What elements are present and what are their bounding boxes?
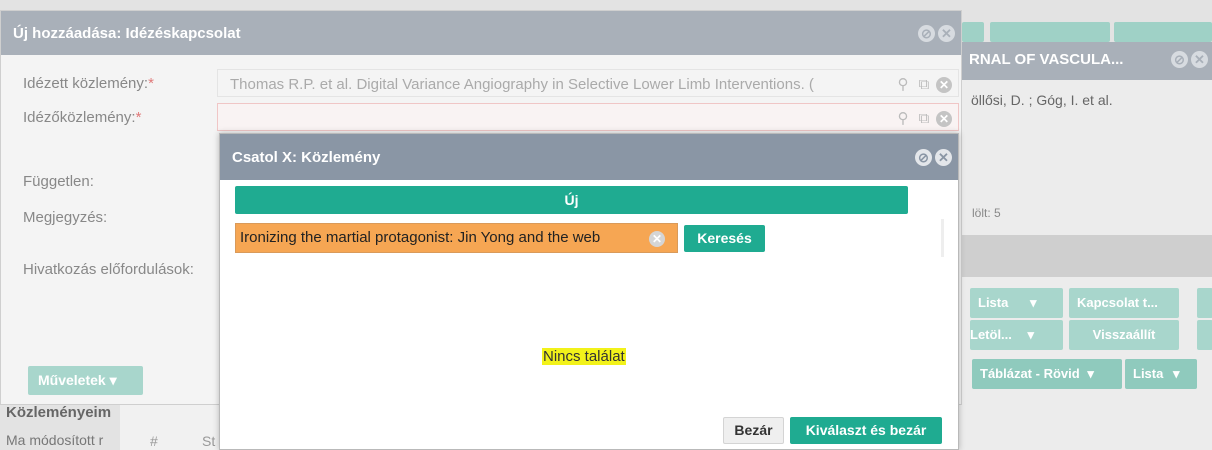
close-icon[interactable]: ✕ — [938, 25, 955, 42]
citing-publication-label: Idézőközlemény:* — [23, 109, 142, 126]
citing-publication-field[interactable]: ⚲ ⧉ ✕ — [217, 103, 959, 131]
clear-icon[interactable]: ✕ — [649, 231, 665, 247]
citation-occurrences-label: Hivatkozás előfordulások: — [23, 261, 194, 278]
no-results-message: Nincs találat — [542, 348, 626, 365]
clear-icon[interactable]: ✕ — [936, 111, 952, 127]
bg-top-button — [990, 22, 1110, 42]
minimize-icon[interactable]: ⊘ — [1171, 51, 1188, 68]
bg-journal-title: RNAL OF VASCULA... — [969, 51, 1124, 68]
dialog-title: Csatol X: Közlemény — [232, 149, 381, 166]
bg-band — [957, 235, 1212, 277]
bg-button-stub — [1197, 288, 1212, 318]
select-and-close-button[interactable]: Kiválaszt és bezár — [790, 417, 942, 444]
clear-icon[interactable]: ✕ — [936, 77, 952, 93]
bg-my-publications-title: Közleményeim — [6, 404, 112, 421]
scrollbar[interactable] — [941, 219, 944, 257]
bg-button-stub — [1197, 320, 1212, 350]
bg-top-button — [962, 22, 984, 42]
bg-journal-count: lölt: 5 — [972, 206, 1001, 220]
dialog-header: Új hozzáadása: Idézéskapcsolat ⊘ ✕ — [1, 11, 961, 55]
search-icon[interactable]: ⚲ — [894, 109, 912, 127]
dialog-title: Új hozzáadása: Idézéskapcsolat — [13, 25, 241, 42]
independent-label: Független: — [23, 173, 94, 190]
close-icon[interactable]: ✕ — [1191, 51, 1208, 68]
bg-list2-button[interactable]: Lista ▾ — [1125, 359, 1197, 389]
bg-relation-button[interactable]: Kapcsolat t... — [1069, 288, 1179, 318]
bg-table-short-button[interactable]: Táblázat - Rövid ▾ — [972, 359, 1122, 389]
bg-modified-today: Ma módosított r — [6, 432, 104, 448]
minimize-icon[interactable]: ⊘ — [915, 149, 932, 166]
cited-publication-label: Idézett közlemény:* — [23, 75, 154, 92]
search-icon[interactable]: ⚲ — [894, 75, 912, 93]
cited-publication-value: Thomas R.P. et al. Digital Variance Angi… — [230, 76, 814, 93]
search-button[interactable]: Keresés — [684, 225, 765, 252]
bg-table-col-st: St — [202, 433, 216, 449]
bg-top-button — [1114, 22, 1212, 42]
bg-journal-header: RNAL OF VASCULA... ⊘ ✕ — [957, 42, 1212, 80]
bg-journal-authors: öllősi, D. ; Góg, I. et al. — [971, 92, 1113, 108]
attach-publication-dialog: Csatol X: Közlemény ⊘ ✕ Új Ironizing the … — [219, 133, 959, 450]
note-label: Megjegyzés: — [23, 209, 108, 226]
minimize-icon[interactable]: ⊘ — [918, 25, 935, 42]
operations-button[interactable]: Műveletek ▾ — [28, 366, 143, 395]
new-button[interactable]: Új — [235, 186, 908, 214]
bg-journal-panel: RNAL OF VASCULA... ⊘ ✕ öllősi, D. ; Góg, … — [957, 42, 1212, 450]
bg-table-col-hash: # — [150, 433, 158, 449]
bg-download-button[interactable]: Letöl... ▾ — [970, 320, 1063, 350]
bg-list-button[interactable]: Lista ▾ — [970, 288, 1063, 318]
close-button[interactable]: Bezár — [723, 417, 784, 444]
close-icon[interactable]: ✕ — [935, 149, 952, 166]
dialog-header: Csatol X: Közlemény ⊘ ✕ — [220, 134, 958, 180]
search-input[interactable]: Ironizing the martial protagonist: Jin Y… — [235, 223, 678, 253]
open-external-icon[interactable]: ⧉ — [915, 76, 933, 93]
open-external-icon[interactable]: ⧉ — [915, 110, 933, 127]
bg-restore-button[interactable]: Visszaállít — [1069, 320, 1179, 350]
bg-table: # St — [120, 405, 224, 450]
cited-publication-field[interactable]: Thomas R.P. et al. Digital Variance Angi… — [217, 69, 959, 97]
